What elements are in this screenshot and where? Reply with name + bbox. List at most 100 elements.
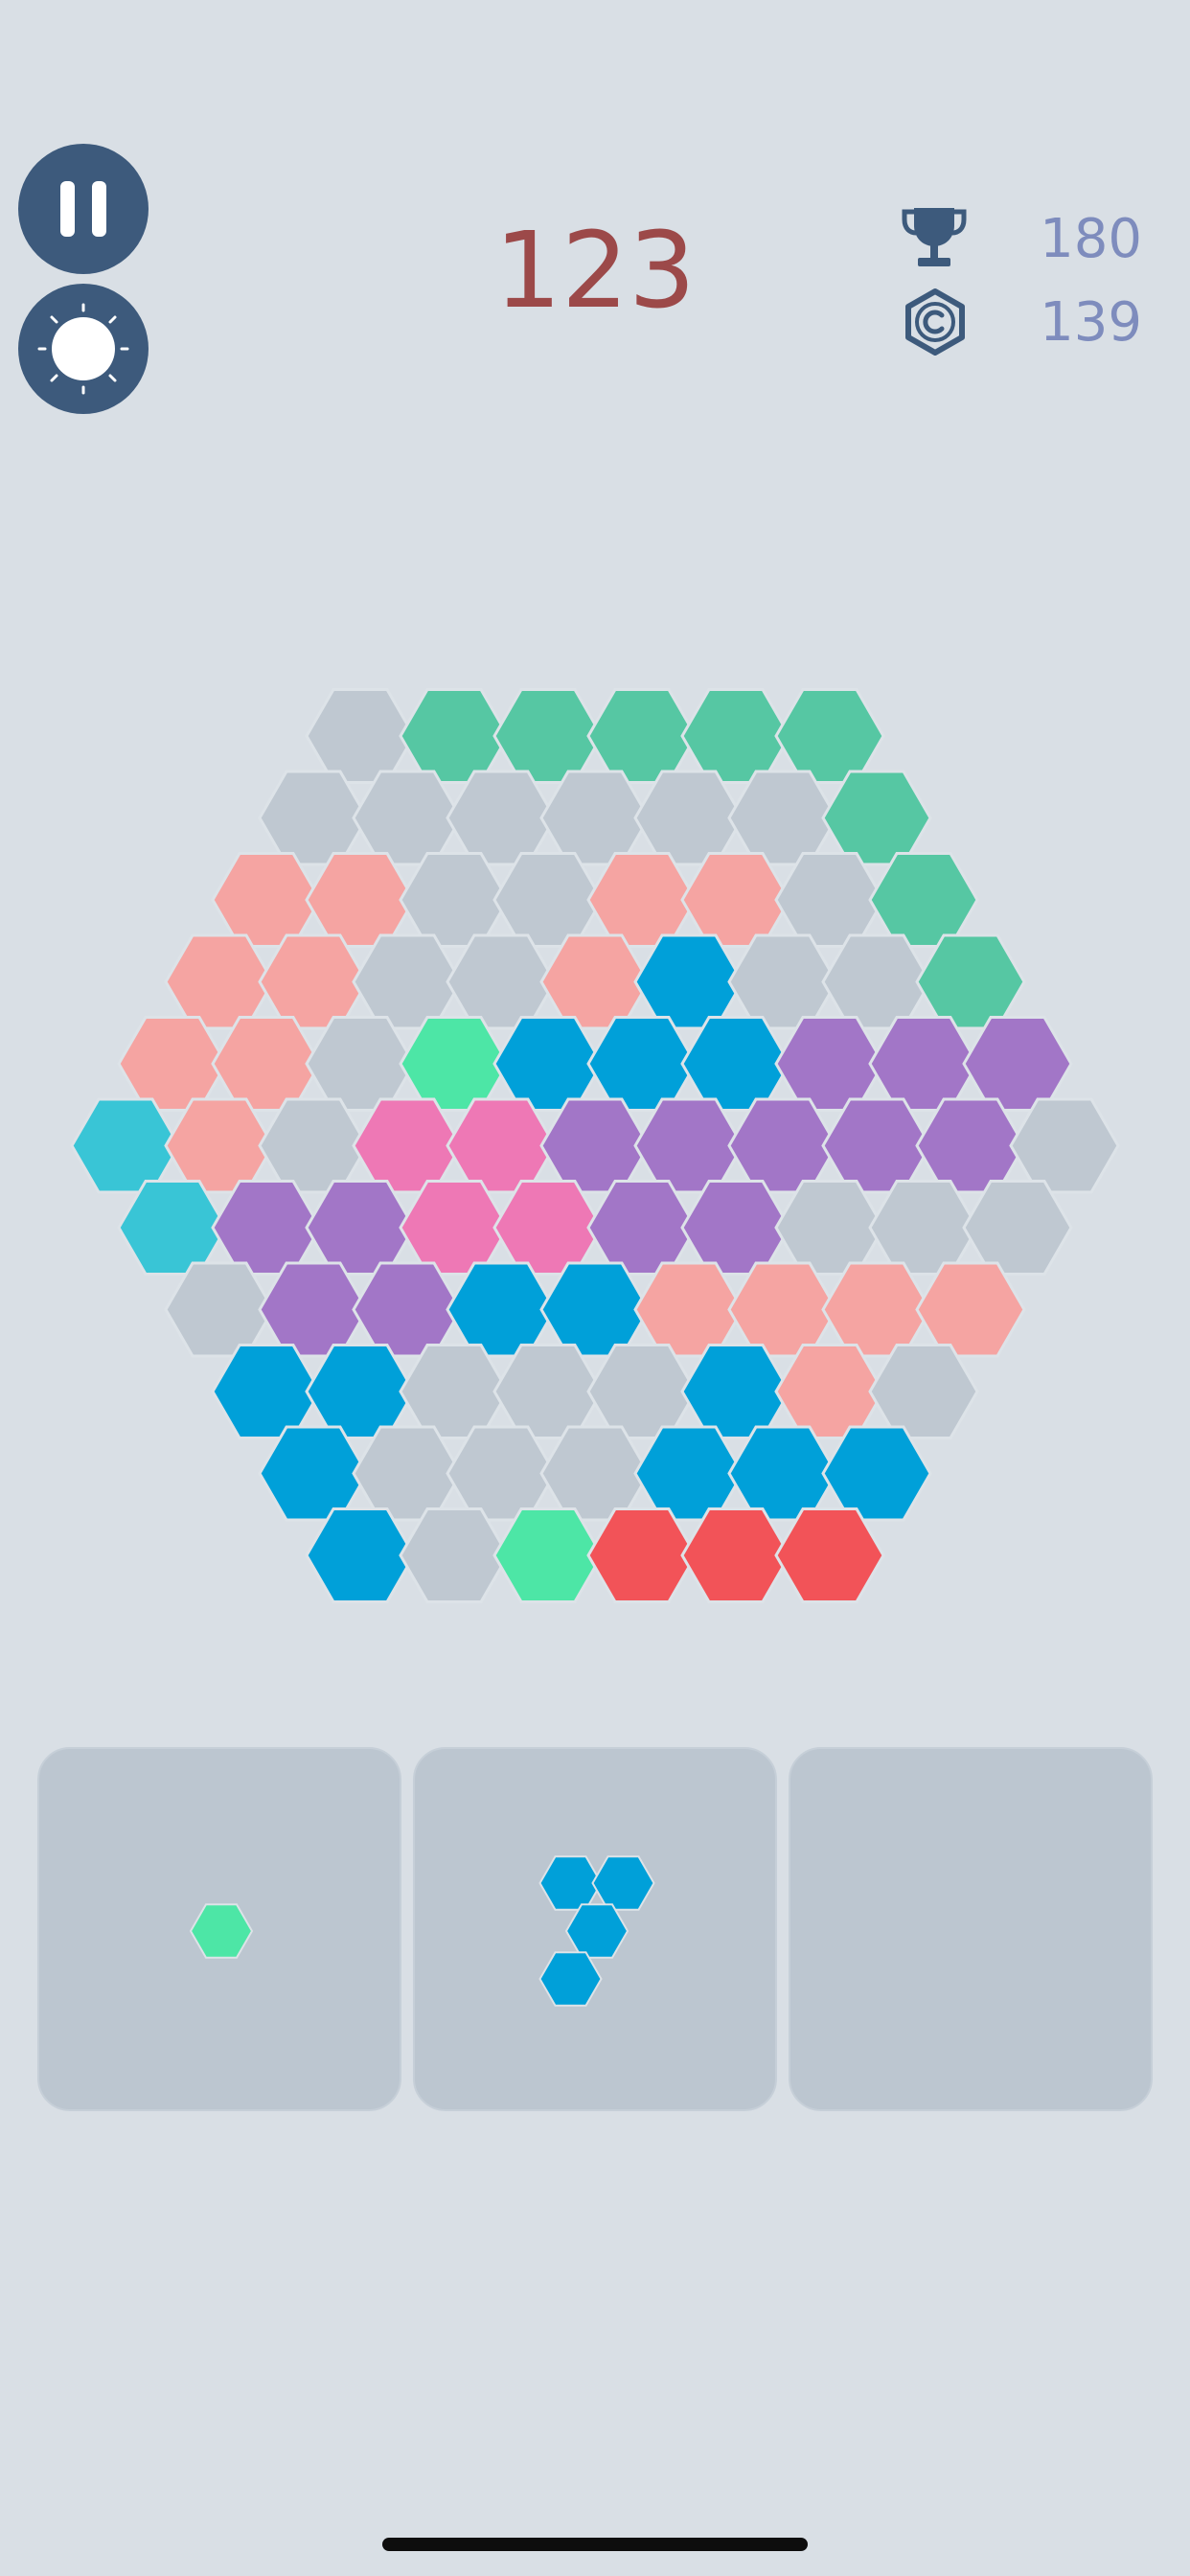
filled-cell[interactable] — [633, 933, 744, 1030]
filled-cell[interactable] — [774, 688, 885, 784]
empty-cell[interactable] — [492, 1344, 604, 1439]
filled-cell[interactable] — [915, 1261, 1026, 1358]
filled-cell[interactable] — [211, 852, 322, 948]
filled-cell[interactable] — [305, 852, 416, 948]
filled-cell[interactable] — [633, 1261, 744, 1358]
filled-cell[interactable] — [258, 1261, 369, 1358]
empty-cell[interactable] — [446, 933, 557, 1030]
filled-cell[interactable] — [680, 688, 791, 784]
empty-cell[interactable] — [539, 1425, 651, 1522]
filled-cell[interactable] — [70, 1097, 181, 1194]
hex-board[interactable] — [0, 0, 1190, 1629]
filled-cell[interactable] — [539, 933, 651, 1030]
piece-cell[interactable] — [564, 1903, 629, 1959]
empty-cell[interactable] — [399, 1507, 510, 1603]
filled-cell[interactable] — [492, 1016, 604, 1112]
empty-cell[interactable] — [633, 770, 744, 866]
filled-cell[interactable] — [399, 1180, 510, 1276]
empty-cell[interactable] — [446, 1425, 557, 1522]
piece-tray-2[interactable] — [413, 1747, 777, 2111]
filled-cell[interactable] — [211, 1344, 322, 1439]
filled-cell[interactable] — [492, 1180, 604, 1276]
empty-cell[interactable] — [868, 1344, 979, 1439]
filled-cell[interactable] — [962, 1016, 1073, 1112]
filled-cell[interactable] — [399, 688, 510, 784]
filled-cell[interactable] — [164, 1097, 275, 1194]
filled-cell[interactable] — [680, 1507, 791, 1603]
empty-cell[interactable] — [352, 770, 463, 866]
filled-cell[interactable] — [305, 1180, 416, 1276]
filled-cell[interactable] — [586, 1016, 698, 1112]
filled-cell[interactable] — [586, 852, 698, 948]
filled-cell[interactable] — [868, 852, 979, 948]
piece-cell[interactable] — [189, 1903, 254, 1959]
filled-cell[interactable] — [492, 1507, 604, 1603]
empty-cell[interactable] — [727, 770, 838, 866]
empty-cell[interactable] — [305, 688, 416, 784]
empty-cell[interactable] — [399, 1344, 510, 1439]
filled-cell[interactable] — [821, 770, 932, 866]
filled-cell[interactable] — [680, 1344, 791, 1439]
filled-cell[interactable] — [352, 1261, 463, 1358]
filled-cell[interactable] — [305, 1507, 416, 1603]
empty-cell[interactable] — [352, 933, 463, 1030]
filled-cell[interactable] — [633, 1425, 744, 1522]
piece-cell[interactable] — [591, 1855, 655, 1911]
filled-cell[interactable] — [211, 1016, 322, 1112]
piece-tray-1[interactable] — [37, 1747, 401, 2111]
empty-cell[interactable] — [258, 770, 369, 866]
empty-cell[interactable] — [352, 1425, 463, 1522]
empty-cell[interactable] — [868, 1180, 979, 1276]
empty-cell[interactable] — [821, 933, 932, 1030]
filled-cell[interactable] — [727, 1097, 838, 1194]
filled-cell[interactable] — [727, 1261, 838, 1358]
empty-cell[interactable] — [774, 852, 885, 948]
filled-cell[interactable] — [117, 1180, 228, 1276]
empty-cell[interactable] — [774, 1180, 885, 1276]
empty-cell[interactable] — [305, 1016, 416, 1112]
filled-cell[interactable] — [633, 1097, 744, 1194]
filled-cell[interactable] — [305, 1344, 416, 1439]
empty-cell[interactable] — [258, 1097, 369, 1194]
filled-cell[interactable] — [821, 1425, 932, 1522]
filled-cell[interactable] — [915, 933, 1026, 1030]
filled-cell[interactable] — [399, 1016, 510, 1112]
empty-cell[interactable] — [962, 1180, 1073, 1276]
empty-cell[interactable] — [399, 852, 510, 948]
empty-cell[interactable] — [586, 1344, 698, 1439]
filled-cell[interactable] — [586, 1507, 698, 1603]
filled-cell[interactable] — [586, 1180, 698, 1276]
filled-cell[interactable] — [680, 1180, 791, 1276]
filled-cell[interactable] — [774, 1344, 885, 1439]
piece-tray-3-shape[interactable] — [790, 1749, 1155, 2113]
filled-cell[interactable] — [539, 1261, 651, 1358]
filled-cell[interactable] — [727, 1425, 838, 1522]
filled-cell[interactable] — [774, 1507, 885, 1603]
filled-cell[interactable] — [774, 1016, 885, 1112]
empty-cell[interactable] — [164, 1261, 275, 1358]
piece-tray-3[interactable] — [789, 1747, 1153, 2111]
filled-cell[interactable] — [117, 1016, 228, 1112]
piece-tray-1-shape[interactable] — [39, 1749, 403, 2113]
filled-cell[interactable] — [586, 688, 698, 784]
empty-cell[interactable] — [446, 770, 557, 866]
filled-cell[interactable] — [352, 1097, 463, 1194]
filled-cell[interactable] — [258, 933, 369, 1030]
empty-cell[interactable] — [539, 770, 651, 866]
filled-cell[interactable] — [211, 1180, 322, 1276]
filled-cell[interactable] — [446, 1097, 557, 1194]
piece-tray-2-shape[interactable] — [415, 1749, 779, 2113]
empty-cell[interactable] — [492, 852, 604, 948]
empty-cell[interactable] — [1009, 1097, 1120, 1194]
filled-cell[interactable] — [915, 1097, 1026, 1194]
empty-cell[interactable] — [727, 933, 838, 1030]
filled-cell[interactable] — [821, 1261, 932, 1358]
piece-cell[interactable] — [538, 1951, 603, 2007]
filled-cell[interactable] — [164, 933, 275, 1030]
filled-cell[interactable] — [868, 1016, 979, 1112]
filled-cell[interactable] — [680, 852, 791, 948]
filled-cell[interactable] — [258, 1425, 369, 1522]
filled-cell[interactable] — [821, 1097, 932, 1194]
filled-cell[interactable] — [492, 688, 604, 784]
filled-cell[interactable] — [680, 1016, 791, 1112]
